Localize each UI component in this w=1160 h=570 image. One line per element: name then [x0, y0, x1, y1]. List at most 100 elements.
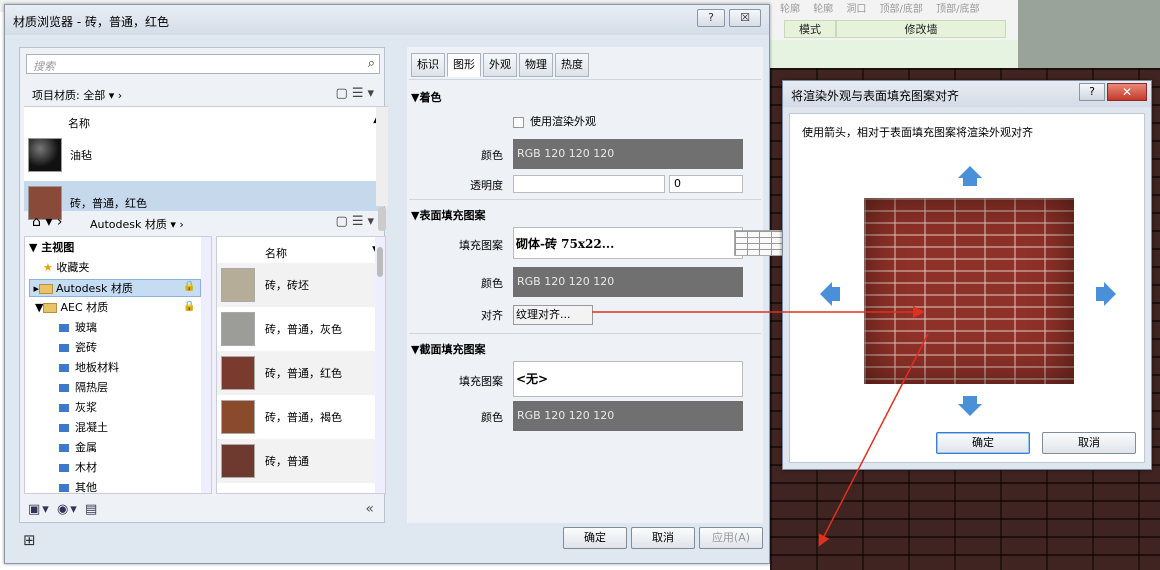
- collapse-icon[interactable]: «: [365, 501, 374, 517]
- library-breadcrumb[interactable]: Autodesk 材质 ▾ ›: [90, 216, 184, 232]
- arrow-up-icon[interactable]: [958, 166, 982, 178]
- arrow-down-icon[interactable]: [958, 404, 982, 416]
- checkbox-box[interactable]: [513, 116, 524, 128]
- material-editor-panel: 标识 图形 外观 物理 热度 ▼着色 使用渲染外观 颜色 RGB 120 120…: [407, 47, 842, 523]
- layout-icon[interactable]: ⊞: [23, 531, 36, 549]
- scrollbar-thumb[interactable]: [377, 247, 383, 277]
- tree-item-label: 隔热层: [75, 381, 108, 394]
- ribbon-item[interactable]: 轮廓: [813, 4, 833, 15]
- ribbon-tabs: 模式 修改墙: [784, 20, 1006, 38]
- material-swatch: [221, 444, 255, 478]
- tree-item-category[interactable]: 金属: [59, 439, 97, 457]
- name-column-header[interactable]: 名称: [68, 115, 90, 131]
- project-filter-bar: 项目材质: 全部 ▾ › ▢☰▾: [24, 84, 380, 104]
- dialog-body: 使用箭头，相对于表面填充图案将渲染外观对齐 确定 取消: [789, 113, 1145, 463]
- tree-item-category[interactable]: 瓷砖: [59, 339, 97, 357]
- tree-item-category[interactable]: 其他: [59, 479, 97, 494]
- library-tools-icon[interactable]: ▣▾ ◉▾ ▤: [28, 502, 99, 517]
- tree-item-category[interactable]: 地板材料: [59, 359, 119, 377]
- tree-item-category[interactable]: 玻璃: [59, 319, 97, 337]
- arrow-up-stem[interactable]: [963, 178, 977, 186]
- tab-graphics[interactable]: 图形: [447, 53, 481, 77]
- ribbon-item[interactable]: 顶部/底部: [880, 4, 923, 15]
- list-item[interactable]: 砖，普通，褐色: [217, 395, 375, 439]
- category-icon: [59, 404, 69, 412]
- divider: [409, 199, 761, 200]
- section-shading[interactable]: ▼着色: [411, 89, 441, 105]
- tree-item-category[interactable]: 灰浆: [59, 399, 97, 417]
- cut-color-swatch[interactable]: RGB 120 120 120: [513, 401, 743, 431]
- ribbon-tab-mode[interactable]: 模式: [784, 20, 836, 38]
- list-item[interactable]: 砖，普通，红色: [217, 351, 375, 395]
- tree-item-category[interactable]: 隔热层: [59, 379, 108, 397]
- section-surface-pattern[interactable]: ▼表面填充图案: [411, 207, 485, 223]
- home-icon[interactable]: ⌂ ▾ ›: [32, 214, 62, 230]
- material-name: 砖，普通，红色: [265, 367, 342, 380]
- arrow-left-stem[interactable]: [832, 287, 840, 301]
- help-button[interactable]: ?: [697, 9, 725, 27]
- tab-physical[interactable]: 物理: [519, 53, 553, 77]
- library-breadcrumb-bar: ⌂ ▾ › Autodesk 材质 ▾ › ▢☰▾: [24, 212, 380, 234]
- tree-item-category[interactable]: 混凝土: [59, 419, 108, 437]
- ribbon-panel: [770, 40, 1020, 68]
- tree-item-favorites[interactable]: ★ 收藏夹: [43, 259, 89, 277]
- tree-item-label: 玻璃: [75, 321, 97, 334]
- search-input[interactable]: 搜索 ⌕: [26, 54, 380, 74]
- scrollbar[interactable]: [376, 107, 388, 231]
- library-materials-list: 名称 ▼ 砖，砖坯 砖，普通，灰色 砖，普通，红色 砖，普通，褐色 砖，普通: [216, 236, 386, 494]
- transparency-slider[interactable]: [513, 175, 665, 193]
- list-item[interactable]: 油毡: [24, 133, 384, 177]
- tree-item-autodesk[interactable]: ▸ Autodesk 材质: [29, 279, 201, 297]
- list-item[interactable]: 砖，普通: [217, 439, 375, 483]
- apply-button[interactable]: 应用(A): [699, 527, 763, 549]
- surface-color-swatch[interactable]: RGB 120 120 120: [513, 267, 743, 297]
- ribbon-item[interactable]: 顶部/底部: [936, 4, 979, 15]
- ok-button[interactable]: 确定: [936, 432, 1030, 454]
- field-label: 颜色: [481, 277, 503, 290]
- scrollbar[interactable]: [375, 237, 385, 493]
- tab-appearance[interactable]: 外观: [483, 53, 517, 77]
- close-button[interactable]: ✕: [1107, 83, 1147, 101]
- texture-align-button[interactable]: 纹理对齐...: [513, 305, 593, 325]
- arrow-right-icon[interactable]: [1104, 282, 1116, 306]
- list-item-selected[interactable]: 砖，普通，红色: [24, 181, 384, 220]
- tree-root[interactable]: ▼ 主视图: [29, 239, 74, 257]
- arrow-down-stem[interactable]: [963, 396, 977, 404]
- name-column-header[interactable]: 名称: [265, 245, 287, 261]
- transparency-input[interactable]: 0: [669, 175, 743, 193]
- dialog-title: 将渲染外观与表面填充图案对齐: [791, 89, 960, 103]
- section-cut-pattern[interactable]: ▼截面填充图案: [411, 341, 485, 357]
- tree-item-label: 其他: [75, 481, 97, 494]
- cancel-button[interactable]: 取消: [1042, 432, 1136, 454]
- view-options-icon[interactable]: ▢☰▾: [336, 214, 378, 229]
- surface-pattern-field[interactable]: 砌体-砖 75x22...: [513, 227, 842, 259]
- arrow-left-icon[interactable]: [820, 282, 832, 306]
- scrollbar[interactable]: [201, 237, 211, 493]
- ok-button[interactable]: 确定: [563, 527, 627, 549]
- close-button[interactable]: ☒: [729, 9, 761, 27]
- material-name: 砖，普通，褐色: [265, 411, 342, 424]
- project-filter-dropdown[interactable]: 项目材质: 全部 ▾ ›: [32, 87, 122, 103]
- view-options-icon[interactable]: ▢☰▾: [336, 86, 378, 101]
- tree-item-category[interactable]: 木材: [59, 459, 97, 477]
- material-name: 砖，砖坯: [265, 279, 309, 292]
- shading-color-swatch[interactable]: RGB 120 120 120: [513, 139, 743, 169]
- list-item[interactable]: 砖，普通，灰色: [217, 307, 375, 351]
- arrow-right-stem[interactable]: [1096, 287, 1104, 301]
- ribbon-item[interactable]: 轮廓: [780, 4, 800, 15]
- checkbox-label: 使用渲染外观: [530, 115, 596, 128]
- ribbon-tab-modify-wall[interactable]: 修改墙: [836, 20, 1006, 38]
- browser-panel: 搜索 ⌕ 项目材质: 全部 ▾ › ▢☰▾ 名称 ▲ 油毡 砖，普通，红色 ⌂ …: [19, 47, 388, 523]
- tab-thermal[interactable]: 热度: [555, 53, 589, 77]
- tree-item-aec[interactable]: ▼ AEC 材质: [35, 299, 108, 317]
- list-item[interactable]: 砖，砖坯: [217, 263, 375, 307]
- search-icon[interactable]: ⌕: [368, 56, 375, 71]
- tree-item-label: AEC 材质: [60, 301, 109, 314]
- cancel-button[interactable]: 取消: [631, 527, 695, 549]
- tree-item-label: 瓷砖: [75, 341, 97, 354]
- use-render-appearance-checkbox[interactable]: 使用渲染外观: [513, 113, 596, 129]
- tab-identity[interactable]: 标识: [411, 53, 445, 77]
- help-button[interactable]: ?: [1079, 83, 1105, 101]
- ribbon-item[interactable]: 洞口: [846, 4, 866, 15]
- cut-pattern-field[interactable]: <无>: [513, 361, 743, 397]
